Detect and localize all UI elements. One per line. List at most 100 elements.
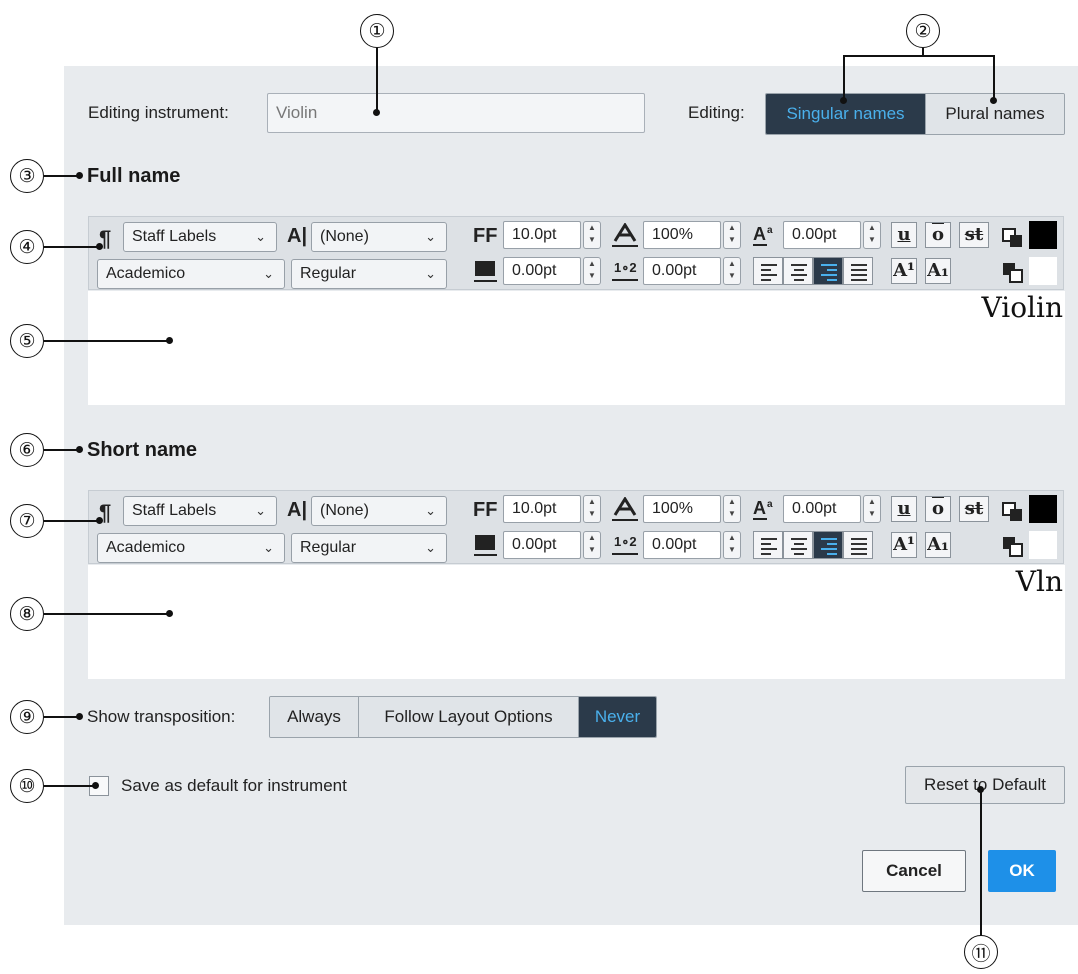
cancel-button[interactable]: Cancel — [862, 850, 966, 892]
callout-3-leader — [44, 175, 78, 177]
align-center-button[interactable] — [783, 531, 813, 559]
font-style-dropdown[interactable]: Regular ⌄ — [291, 533, 447, 563]
overline-button[interactable]: o — [925, 496, 951, 522]
font-size-icon: FF — [473, 499, 498, 521]
svg-text:1∘2: 1∘2 — [614, 534, 637, 549]
align-right-button[interactable] — [813, 531, 843, 559]
font-size-stepper[interactable]: ▲ ▼ — [583, 221, 601, 249]
font-size-stepper[interactable]: ▲ ▼ — [583, 495, 601, 523]
full-name-preview[interactable]: Violin — [88, 291, 1065, 405]
align-center-button[interactable] — [783, 257, 813, 285]
text-color-swatch[interactable] — [1029, 221, 1057, 249]
align-left-button[interactable] — [753, 257, 783, 285]
save-default-label: Save as default for instrument — [121, 776, 347, 795]
font-family-value: Academico — [106, 539, 186, 556]
callout-2-dot-left — [840, 97, 847, 104]
letter-spacing-field[interactable]: 0.00pt — [503, 531, 581, 559]
callout-10-dot — [92, 782, 99, 789]
callout-5: ⑤ — [10, 324, 44, 358]
transposition-never[interactable]: Never — [579, 697, 656, 737]
leading-stepper[interactable]: ▲ ▼ — [723, 531, 741, 559]
baseline-shift-stepper[interactable]: ▲ ▼ — [863, 495, 881, 523]
callout-4-leader — [44, 246, 98, 248]
letter-spacing-stepper[interactable]: ▲ ▼ — [583, 531, 601, 559]
baseline-shift-field[interactable]: 0.00pt — [783, 495, 861, 523]
callout-1-leader — [376, 48, 378, 110]
font-size-field[interactable]: 10.0pt — [503, 495, 581, 523]
scale-field[interactable]: 100% — [643, 495, 721, 523]
svg-text:A: A — [753, 498, 766, 518]
font-style-dropdown[interactable]: Regular ⌄ — [291, 259, 447, 289]
align-justify-button[interactable] — [843, 531, 873, 559]
svg-text:A: A — [753, 224, 766, 244]
editing-instrument-label: Editing instrument: — [88, 103, 229, 122]
letter-spacing-field[interactable]: 0.00pt — [503, 257, 581, 285]
callout-6: ⑥ — [10, 433, 44, 467]
chevron-down-icon: ⌄ — [255, 229, 266, 244]
callout-11-leader — [980, 790, 982, 936]
callout-8: ⑧ — [10, 597, 44, 631]
align-justify-button[interactable] — [843, 257, 873, 285]
baseline-shift-field[interactable]: 0.00pt — [783, 221, 861, 249]
letter-spacing-icon — [474, 261, 497, 282]
character-style-dropdown[interactable]: (None) ⌄ — [311, 222, 447, 252]
svg-text:1∘2: 1∘2 — [614, 260, 637, 275]
transposition-always[interactable]: Always — [270, 697, 359, 737]
reset-to-default-button[interactable]: Reset to Default — [905, 766, 1065, 804]
callout-2-bracket — [843, 55, 994, 57]
leading-icon: 1∘2 — [612, 260, 638, 281]
paragraph-style-dropdown[interactable]: Staff Labels ⌄ — [123, 222, 277, 252]
background-color-swatch[interactable] — [1029, 531, 1057, 559]
editing-mode-toggle: Singular names Plural names — [765, 93, 1065, 135]
callout-2: ② — [906, 14, 940, 48]
letter-spacing-stepper[interactable]: ▲ ▼ — [583, 257, 601, 285]
leading-field[interactable]: 0.00pt — [643, 257, 721, 285]
paragraph-style-value: Staff Labels — [132, 228, 217, 245]
leading-field[interactable]: 0.00pt — [643, 531, 721, 559]
callout-11: ⑪ — [964, 935, 998, 969]
strikethrough-button[interactable]: st — [959, 222, 989, 248]
font-style-value: Regular — [300, 265, 357, 282]
superscript-button[interactable]: A¹ — [891, 258, 917, 284]
scale-field[interactable]: 100% — [643, 221, 721, 249]
ok-button[interactable]: OK — [988, 850, 1056, 892]
text-color-swatch[interactable] — [1029, 495, 1057, 523]
instrument-name-input[interactable]: Violin — [267, 93, 645, 133]
underline-button[interactable]: u — [891, 496, 917, 522]
callout-6-dot — [76, 446, 83, 453]
short-name-preview[interactable]: Vln — [88, 565, 1065, 679]
align-left-button[interactable] — [753, 531, 783, 559]
paragraph-style-value: Staff Labels — [132, 502, 217, 519]
leading-stepper[interactable]: ▲ ▼ — [723, 257, 741, 285]
chevron-down-icon: ⌄ — [255, 503, 266, 518]
character-style-dropdown[interactable]: (None) ⌄ — [311, 496, 447, 526]
character-style-value: (None) — [320, 228, 369, 245]
callout-6-leader — [44, 449, 78, 451]
chevron-down-icon: ⌄ — [263, 540, 274, 555]
strikethrough-button[interactable]: st — [959, 496, 989, 522]
font-size-field[interactable]: 10.0pt — [503, 221, 581, 249]
transposition-follow-layout[interactable]: Follow Layout Options — [359, 697, 579, 737]
underline-button[interactable]: u — [891, 222, 917, 248]
callout-4: ④ — [10, 230, 44, 264]
baseline-shift-stepper[interactable]: ▲ ▼ — [863, 221, 881, 249]
font-family-dropdown[interactable]: Academico ⌄ — [97, 533, 285, 563]
callout-3-dot — [76, 172, 83, 179]
chevron-down-icon: ⌄ — [425, 540, 436, 555]
paragraph-style-dropdown[interactable]: Staff Labels ⌄ — [123, 496, 277, 526]
text-color-icon — [1002, 502, 1022, 521]
subscript-button[interactable]: A₁ — [925, 532, 951, 558]
subscript-button[interactable]: A₁ — [925, 258, 951, 284]
overline-button[interactable]: o — [925, 222, 951, 248]
show-transposition-label: Show transposition: — [87, 707, 236, 726]
character-style-value: (None) — [320, 502, 369, 519]
superscript-button[interactable]: A¹ — [891, 532, 917, 558]
callout-7-dot — [96, 517, 103, 524]
chevron-down-icon: ⌄ — [425, 266, 436, 281]
full-name-text-toolbar: ¶ Staff Labels ⌄ A| (None) ⌄ Academico ⌄ Re… — [88, 216, 1064, 290]
align-right-button[interactable] — [813, 257, 843, 285]
font-family-dropdown[interactable]: Academico ⌄ — [97, 259, 285, 289]
scale-stepper[interactable]: ▲ ▼ — [723, 495, 741, 523]
background-color-swatch[interactable] — [1029, 257, 1057, 285]
scale-stepper[interactable]: ▲ ▼ — [723, 221, 741, 249]
